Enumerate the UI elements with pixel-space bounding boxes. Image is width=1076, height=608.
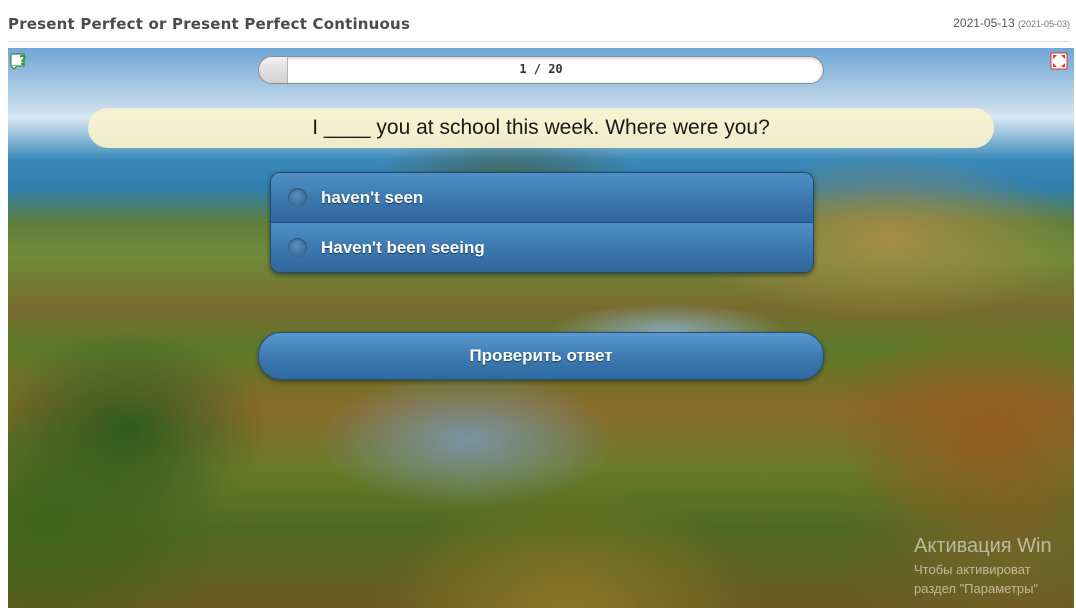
watermark-line-1: Чтобы активироват: [914, 562, 1031, 577]
watermark-line-2: раздел "Параметры": [914, 581, 1039, 596]
answer-list: haven't seen Haven't been seeing: [270, 172, 814, 273]
progress-bar: 1 / 20: [258, 56, 824, 84]
watermark-title: Активация Win: [914, 535, 1052, 557]
svg-text:?: ?: [19, 54, 27, 69]
radio-button[interactable]: [288, 238, 307, 257]
date-label: 2021-05-13 (2021-05-03): [953, 16, 1070, 30]
fullscreen-icon[interactable]: [1050, 52, 1068, 70]
divider: [8, 41, 1070, 42]
question-text: I ____ you at school this week. Where we…: [88, 108, 994, 148]
check-answer-button[interactable]: Проверить ответ: [258, 332, 824, 380]
radio-button[interactable]: [288, 188, 307, 207]
windows-activation-watermark: Активация Win Чтобы активироват раздел "…: [914, 535, 1052, 596]
answer-label: haven't seen: [321, 188, 424, 207]
help-icon[interactable]: ?: [10, 52, 30, 70]
answer-option-1[interactable]: haven't seen: [271, 173, 813, 223]
top-bar: Present Perfect or Present Perfect Conti…: [0, 0, 1076, 44]
page-title: Present Perfect or Present Perfect Conti…: [8, 15, 411, 33]
date-sub: (2021-05-03): [1017, 19, 1070, 29]
answer-option-2[interactable]: Haven't been seeing: [271, 223, 813, 272]
date-main: 2021-05-13: [953, 16, 1015, 30]
answer-label: Haven't been seeing: [321, 238, 485, 257]
quiz-stage: ? 1 / 20 I ____ you at school this week.…: [8, 48, 1074, 608]
progress-text: 1 / 20: [519, 62, 563, 76]
